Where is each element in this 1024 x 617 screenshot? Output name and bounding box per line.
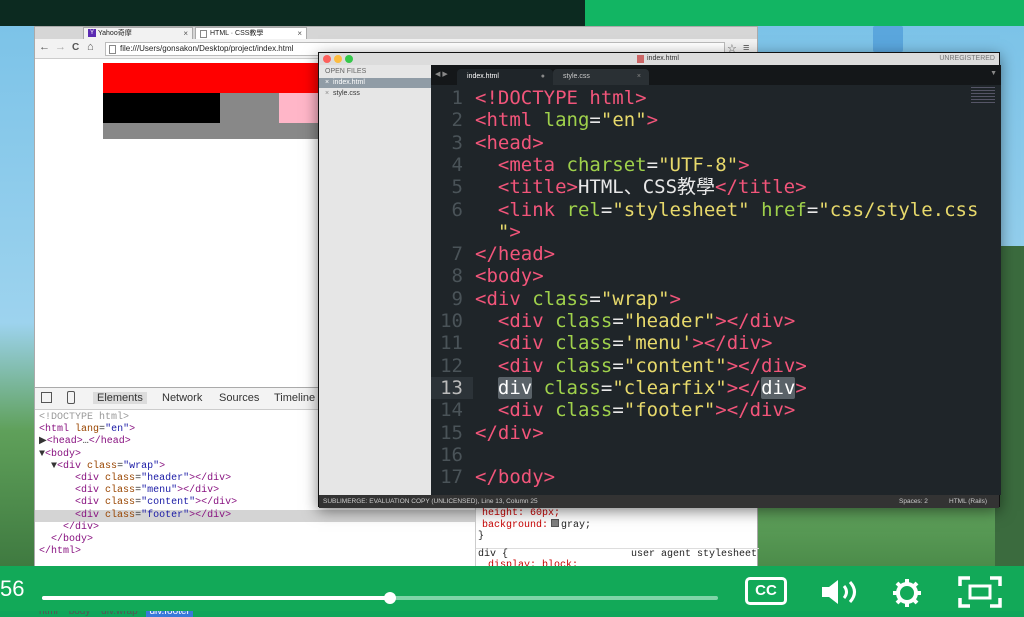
rule-source: user agent stylesheet xyxy=(630,549,757,560)
tab-network[interactable]: Network xyxy=(162,392,202,404)
home-button[interactable]: ⌂ xyxy=(87,41,94,53)
fullscreen-icon xyxy=(958,576,1002,608)
dom-line[interactable]: </html> xyxy=(39,546,479,558)
tab-index-html[interactable]: index.html ● xyxy=(457,69,553,85)
rule-close: } xyxy=(478,531,485,542)
close-icon[interactable]: × xyxy=(297,28,302,39)
browser-tab-strip: Y Yahoo奇摩 × HTML · CSS教學 × xyxy=(35,27,757,39)
sidebar-item-label: style.css xyxy=(333,90,360,97)
menu-block xyxy=(103,93,220,123)
close-icon[interactable]: × xyxy=(325,78,329,88)
fullscreen-button[interactable] xyxy=(958,576,1002,613)
syntax-setting[interactable]: HTML (Rails) xyxy=(949,495,987,508)
seek-handle[interactable] xyxy=(384,592,397,604)
file-icon xyxy=(637,55,644,63)
gear-icon xyxy=(893,579,921,607)
style-prop-value: gray; xyxy=(561,520,592,531)
page-favicon-icon xyxy=(200,30,207,38)
unregistered-label: UNREGISTERED xyxy=(939,55,995,62)
tab-label: style.css xyxy=(563,73,590,80)
file-icon xyxy=(109,45,116,54)
sidebar: OPEN FILES × index.html × style.css xyxy=(319,65,431,495)
styles-pane: height: 60px; background: gray; } div { us… xyxy=(475,508,759,582)
inspect-icon[interactable] xyxy=(41,392,52,403)
status-text: SUBLIMERGE: EVALUATION COPY (UNLICENSED)… xyxy=(323,498,538,505)
captions-button[interactable]: CC xyxy=(745,577,787,605)
sidebar-item-label: index.html xyxy=(333,79,365,86)
close-icon[interactable]: × xyxy=(183,28,188,39)
color-swatch-icon xyxy=(551,519,560,527)
editor-titlebar: index.html UNREGISTERED xyxy=(319,53,999,65)
style-prop[interactable]: height: 60px; xyxy=(476,508,759,519)
folder-icon xyxy=(873,26,903,52)
close-icon[interactable]: × xyxy=(637,69,641,85)
volume-button[interactable] xyxy=(820,578,860,611)
seek-progress xyxy=(42,596,391,600)
tab-style-css[interactable]: style.css × xyxy=(553,69,649,85)
captions-label: CC xyxy=(755,582,777,599)
browser-tab-html-css[interactable]: HTML · CSS教學 × xyxy=(195,27,307,39)
video-top-green xyxy=(585,0,1024,26)
close-window-button[interactable] xyxy=(323,55,331,63)
yahoo-favicon-icon: Y xyxy=(88,29,96,37)
tab-sources[interactable]: Sources xyxy=(219,392,259,404)
address-text: file:///Users/gonsakon/Desktop/project/i… xyxy=(120,44,294,53)
seek-bar[interactable] xyxy=(42,592,718,604)
indent-setting[interactable]: Spaces: 2 xyxy=(899,495,928,508)
browser-tab-yahoo[interactable]: Y Yahoo奇摩 × xyxy=(83,27,193,39)
tab-label: Yahoo奇摩 xyxy=(98,30,132,37)
video-left-scenery xyxy=(0,26,34,566)
tab-dropdown-icon[interactable]: ▼ xyxy=(990,70,997,77)
video-player-controls: 56 CC xyxy=(0,566,1024,611)
window-title: index.html xyxy=(647,55,679,62)
dom-line[interactable]: </div> xyxy=(39,522,479,534)
elapsed-time: 56 xyxy=(0,576,25,601)
tab-nav-arrows-icon[interactable]: ◀ ▶ xyxy=(435,70,448,78)
dom-line[interactable]: </body> xyxy=(39,534,479,546)
back-button[interactable]: ← xyxy=(39,41,50,53)
sidebar-item-style[interactable]: × style.css xyxy=(319,89,431,99)
close-icon[interactable]: × xyxy=(325,89,329,99)
zoom-button[interactable] xyxy=(345,55,353,63)
editor-tabbar: ◀ ▶ index.html ● style.css × ▼ xyxy=(431,65,1001,85)
style-background[interactable]: background: gray; xyxy=(476,519,759,531)
pink-block xyxy=(279,93,319,123)
rule-header: div { user agent stylesheet xyxy=(476,548,759,560)
video-top-bar xyxy=(0,0,585,26)
rule-selector: div { xyxy=(478,549,509,560)
code-editor[interactable]: ◀ ▶ index.html ● style.css × ▼ 1 <!DOCTYPE … xyxy=(431,65,1001,495)
modified-dot-icon[interactable]: ● xyxy=(541,69,545,85)
editor-window: index.html UNREGISTERED OPEN FILES × inde… xyxy=(318,52,1001,508)
reload-button[interactable]: C xyxy=(72,42,79,53)
tab-timeline[interactable]: Timeline xyxy=(274,392,315,404)
minimize-button[interactable] xyxy=(334,55,342,63)
style-prop-name: background: xyxy=(482,520,549,531)
footer-block xyxy=(103,123,319,139)
dom-line-selected[interactable]: <div class="footer"></div> xyxy=(35,509,475,522)
forward-button[interactable]: → xyxy=(55,41,66,53)
header-block xyxy=(103,63,319,93)
code-area[interactable]: 1 <!DOCTYPE html> 2 <html lang="en"> 3 <hea… xyxy=(431,87,1001,495)
content-block xyxy=(220,93,279,123)
tab-label: index.html xyxy=(467,73,499,80)
volume-icon xyxy=(822,580,856,604)
settings-button[interactable] xyxy=(892,578,922,613)
tab-elements[interactable]: Elements xyxy=(93,392,147,404)
tab-label: HTML · CSS教學 xyxy=(210,30,264,37)
status-bar: SUBLIMERGE: EVALUATION COPY (UNLICENSED)… xyxy=(319,495,999,508)
sidebar-header: OPEN FILES xyxy=(325,68,367,75)
device-mode-icon[interactable] xyxy=(67,391,75,404)
sidebar-item-index[interactable]: × index.html xyxy=(319,78,431,88)
